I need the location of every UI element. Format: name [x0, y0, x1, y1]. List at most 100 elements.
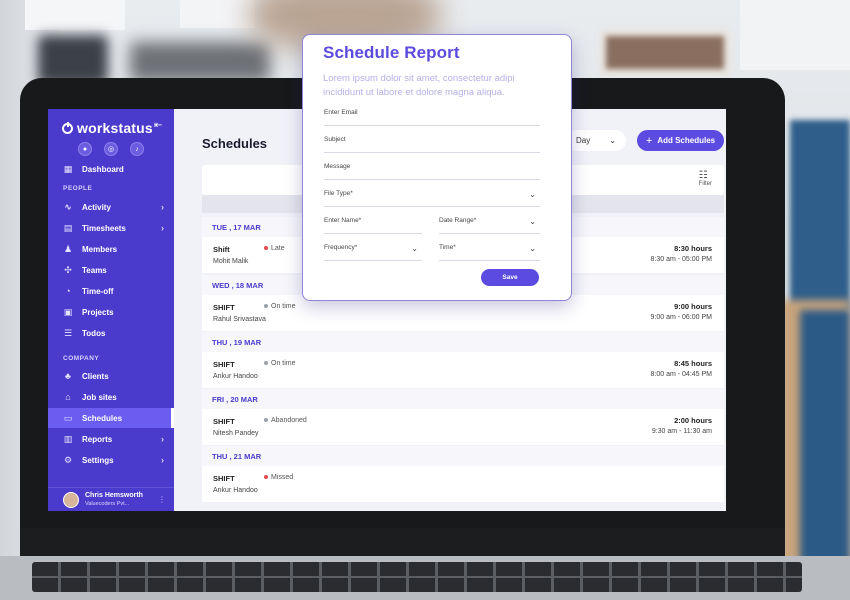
clients-icon: ♣ [65, 371, 71, 381]
subject-field[interactable]: Subject [324, 136, 540, 153]
modal-subtitle: Lorem ipsum dolor sit amet, consectetur … [323, 73, 515, 98]
employee-name: Rahul Srivastava [213, 316, 266, 323]
user-org: Valuecoders Pvt... [85, 500, 130, 507]
add-schedules-button[interactable]: + Add Schedules [637, 130, 724, 151]
status-dot [264, 246, 268, 251]
shift-range: 9:00 am - 06:00 PM [650, 314, 712, 321]
filter-icon: ☷ [698, 170, 708, 181]
chevron-down-icon: ⌄ [529, 217, 536, 226]
collapse-sidebar-icon[interactable]: ⇤ [154, 120, 162, 131]
settings-icon: ⚙ [63, 454, 73, 465]
save-button[interactable]: Save [481, 269, 539, 286]
status-badge: On time [264, 303, 296, 310]
chevron-right-icon: › [161, 434, 164, 444]
shift-hours: 2:00 hours [674, 416, 712, 425]
section-people: PEOPLE [63, 185, 93, 192]
date-header: THU , 21 MAR [202, 446, 724, 466]
bell-icon[interactable]: ♪ [130, 142, 144, 156]
chevron-right-icon: › [161, 202, 164, 212]
chevron-right-icon: › [161, 223, 164, 233]
chevron-right-icon: › [161, 455, 164, 465]
time-select[interactable]: Time* ⌄ [439, 244, 540, 261]
sidebar-item-teams[interactable]: ✣ Teams [48, 260, 174, 280]
members-icon: ♟ [63, 243, 73, 254]
reports-icon: ▥ [63, 433, 73, 444]
status-dot [264, 361, 268, 366]
plus-icon: + [645, 134, 653, 147]
email-field[interactable]: Enter Email [324, 109, 540, 126]
shift-label: Shift [213, 245, 230, 254]
modal-title: Schedule Report [323, 43, 460, 62]
chevron-down-icon: ⌄ [411, 244, 418, 253]
page-title: Schedules [202, 136, 268, 151]
schedule-report-modal: Schedule Report Lorem ipsum dolor sit am… [302, 34, 572, 301]
sidebar-item-clients[interactable]: ♣ Clients [48, 366, 174, 386]
avatar [63, 491, 79, 508]
sidebar-item-dashboard[interactable]: ▦ Dashboard [48, 159, 174, 179]
employee-name: Mohit Malik [213, 258, 249, 265]
sidebar-item-timesheets[interactable]: ▤ Timesheets › [48, 218, 174, 238]
date-header: FRI , 20 MAR [202, 389, 724, 409]
sidebar-item-projects[interactable]: ▣ Projects [48, 302, 174, 322]
more-vertical-icon[interactable]: ⋮ [158, 495, 166, 504]
name-field[interactable]: Enter Name* [324, 217, 422, 234]
shift-label: SHIFT [213, 417, 235, 426]
employee-name: Ankur Handoo [213, 487, 258, 494]
activity-icon: ∿ [64, 201, 72, 212]
shift-row[interactable]: SHIFT Ankur Handoo Missed [202, 466, 724, 502]
file-type-select[interactable]: File Type* ⌄ [324, 190, 540, 207]
timesheets-icon: ▤ [63, 222, 73, 233]
status-dot [264, 304, 268, 309]
settings-circle-icon[interactable]: ◎ [104, 142, 118, 156]
sidebar: workstatus ⇤ ● ◎ ♪ ▦ Dashboard PEOPLE ∿ … [48, 109, 174, 511]
chevron-down-icon: ⌄ [609, 136, 616, 145]
sidebar-item-job-sites[interactable]: ⌂ Job sites [48, 387, 174, 407]
status-badge: On time [264, 360, 296, 367]
user-profile[interactable]: Chris Hemsworth Valuecoders Pvt... ⋮ [48, 487, 174, 511]
shift-row[interactable]: SHIFT Ankur Handoo On time 8:45 hours 8:… [202, 352, 724, 388]
projects-icon: ▣ [63, 306, 73, 317]
shift-range: 8:00 am - 04:45 PM [650, 371, 712, 378]
sidebar-item-time-off[interactable]: ◔ Time-off [48, 281, 174, 301]
day-select[interactable]: Day ⌄ [566, 130, 626, 151]
employee-name: Nitesh Pandey [213, 430, 259, 437]
frequency-select[interactable]: Frequency* ⌄ [324, 244, 422, 261]
sidebar-item-activity[interactable]: ∿ Activity › [48, 197, 174, 217]
sidebar-item-schedules[interactable]: ▭ Schedules [48, 408, 174, 428]
user-name: Chris Hemsworth [85, 491, 143, 499]
shift-label: SHIFT [213, 360, 235, 369]
time-off-icon: ◔ [65, 286, 71, 296]
section-company: COMPANY [63, 355, 100, 362]
shift-hours: 8:30 hours [674, 244, 712, 253]
shift-range: 9:30 am - 11:30 am [651, 428, 712, 435]
shift-label: SHIFT [213, 474, 235, 483]
message-field[interactable]: Message [324, 163, 540, 180]
sidebar-item-settings[interactable]: ⚙ Settings › [48, 450, 174, 470]
filter-button[interactable]: ☷ Filter [699, 170, 712, 187]
date-header: THU , 19 MAR [202, 332, 724, 352]
shift-hours: 8:45 hours [674, 359, 712, 368]
sidebar-item-reports[interactable]: ▥ Reports › [48, 429, 174, 449]
sidebar-item-todos[interactable]: ☰ Todos [48, 323, 174, 343]
dashboard-icon: ▦ [63, 163, 73, 174]
teams-icon: ✣ [64, 264, 72, 275]
chevron-down-icon: ⌄ [529, 244, 536, 253]
shift-row[interactable]: SHIFT Nitesh Pandey Abandoned 2:00 hours… [202, 409, 724, 445]
shift-hours: 9:00 hours [674, 302, 712, 311]
status-dot [264, 475, 268, 480]
status-badge: Missed [264, 474, 293, 481]
logo-icon [62, 121, 73, 134]
status-badge: Late [264, 245, 285, 252]
shift-range: 8:30 am - 05:00 PM [650, 256, 712, 263]
sidebar-item-members[interactable]: ♟ Members [48, 239, 174, 259]
timer-icon[interactable]: ● [78, 142, 92, 156]
chevron-down-icon: ⌄ [529, 190, 536, 199]
status-dot [264, 418, 268, 423]
logo[interactable]: workstatus [62, 120, 153, 136]
todos-icon: ☰ [63, 327, 73, 338]
quick-actions: ● ◎ ♪ [78, 142, 144, 156]
job-sites-icon: ⌂ [65, 392, 71, 402]
date-range-select[interactable]: Date Range* ⌄ [439, 217, 540, 234]
schedules-icon: ▭ [63, 412, 73, 423]
shift-label: SHIFT [213, 303, 235, 312]
